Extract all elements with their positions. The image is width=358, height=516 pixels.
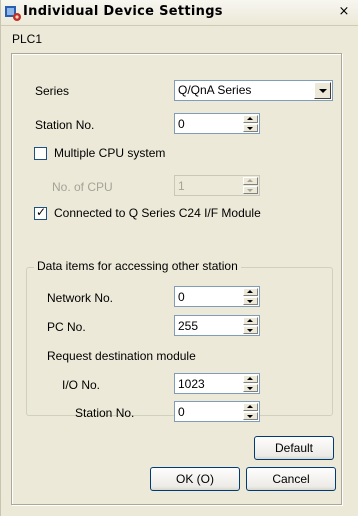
window-title: Individual Device Settings [23,4,223,19]
station-spinner[interactable]: 0 [174,113,260,134]
c24-label: Connected to Q Series C24 I/F Module [54,206,261,220]
spin-down-icon[interactable] [243,384,258,392]
spin-up-icon[interactable] [243,177,258,185]
cpu-count-value: 1 [178,179,185,193]
cancel-button[interactable]: Cancel [246,467,336,491]
spin-buttons [243,177,258,194]
spin-buttons [243,403,258,420]
station-value: 0 [178,117,185,131]
spin-down-icon[interactable] [243,412,258,420]
spin-buttons [243,288,258,305]
ok-button[interactable]: OK (O) [150,467,240,491]
cpu-count-spinner[interactable]: 1 [174,175,260,196]
series-value: Q/QnA Series [178,83,252,97]
dialog-window: Individual Device Settings × PLC1 Series… [0,0,358,516]
plc-name-label: PLC1 [12,32,43,46]
spin-up-icon[interactable] [243,288,258,296]
default-button[interactable]: Default [254,436,334,460]
io-label: I/O No. [62,378,101,392]
multiple-cpu-label: Multiple CPU system [54,146,166,160]
station-label: Station No. [35,118,95,132]
pc-value: 255 [178,319,199,333]
other-station-group-title: Data items for accessing other station [34,259,241,273]
series-select[interactable]: Q/QnA Series [174,80,333,101]
spin-up-icon[interactable] [243,403,258,411]
pc-label: PC No. [47,320,86,334]
app-icon [5,6,21,21]
network-value: 0 [178,290,185,304]
dest-station-label: Station No. [75,406,135,420]
c24-checkbox[interactable]: ✓ [34,205,47,220]
io-spinner[interactable]: 1023 [174,373,260,394]
multiple-cpu-checkbox[interactable] [34,147,47,160]
spin-down-icon[interactable] [243,326,258,334]
spin-down-icon[interactable] [243,124,258,132]
spin-down-icon[interactable] [243,186,258,194]
spin-down-icon[interactable] [243,297,258,305]
close-icon[interactable]: × [335,3,353,21]
spin-up-icon[interactable] [243,115,258,123]
checkmark-icon: ✓ [35,205,47,219]
spin-up-icon[interactable] [243,375,258,383]
spin-buttons [243,115,258,132]
title-bar[interactable]: Individual Device Settings × [1,0,358,26]
spin-buttons [243,317,258,334]
network-spinner[interactable]: 0 [174,286,260,307]
network-label: Network No. [47,291,114,305]
spin-buttons [243,375,258,392]
request-destination-label: Request destination module [47,349,196,363]
dest-station-value: 0 [178,405,185,419]
dest-station-spinner[interactable]: 0 [174,401,260,422]
cpu-count-label: No. of CPU [52,180,113,194]
series-label: Series [35,84,70,98]
spin-up-icon[interactable] [243,317,258,325]
io-value: 1023 [178,377,205,391]
pc-spinner[interactable]: 255 [174,315,260,336]
chevron-down-icon[interactable] [314,82,331,99]
